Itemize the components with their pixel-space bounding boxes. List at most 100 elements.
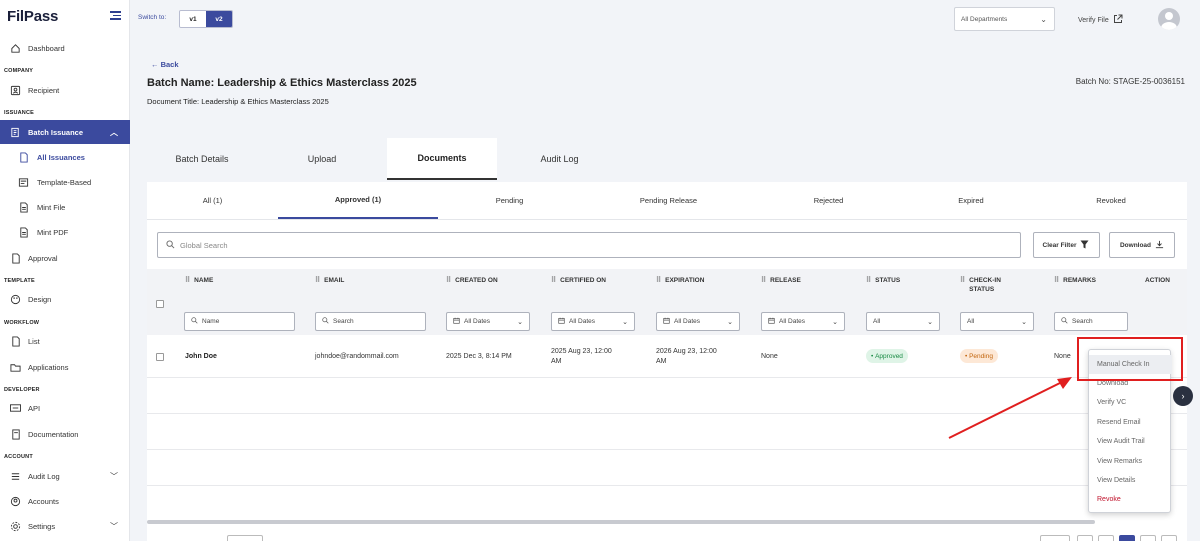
verify-file-label: Verify File — [1078, 16, 1109, 24]
pagination-button[interactable] — [1077, 535, 1093, 541]
menu-item-view-audit-trail[interactable]: View Audit Trail — [1089, 432, 1172, 451]
filpass-logo[interactable]: FilPass — [7, 8, 58, 25]
subtab-expired[interactable]: Expired — [901, 182, 1041, 219]
status-badge: • Approved — [866, 349, 908, 363]
sidebar-item-mint-file[interactable]: Mint File — [0, 196, 130, 218]
menu-item-view-remarks[interactable]: View Remarks — [1089, 452, 1172, 471]
sidebar-item-label: Template-Based — [37, 177, 92, 187]
search-placeholder: Global Search — [180, 240, 228, 250]
filter-value: All — [967, 318, 975, 325]
section-template: TEMPLATE — [4, 278, 35, 284]
section-developer: DEVELOPER — [4, 387, 40, 393]
sidebar-item-design[interactable]: Design — [0, 288, 130, 310]
subtab-all[interactable]: All (1) — [147, 182, 278, 219]
sidebar-item-accounts[interactable]: Accounts — [0, 490, 130, 512]
avatar[interactable] — [1158, 8, 1180, 30]
calendar-icon — [768, 317, 775, 326]
department-select[interactable]: All Departments ⌄ — [954, 7, 1055, 31]
release-filter[interactable]: All Dates ⌄ — [761, 312, 845, 331]
checkin-status-filter[interactable]: All ⌄ — [960, 312, 1034, 331]
version-v1-button[interactable]: v1 — [180, 11, 206, 27]
status-filter[interactable]: All ⌄ — [866, 312, 940, 331]
header-certified-on[interactable]: ⠿ CERTIFIED ON — [551, 276, 606, 285]
tab-documents[interactable]: Documents — [387, 138, 497, 180]
subtab-approved[interactable]: Approved (1) — [278, 182, 438, 219]
verify-file-link[interactable]: Verify File — [1078, 14, 1123, 26]
menu-item-resend-email[interactable]: Resend Email — [1089, 413, 1172, 432]
header-name[interactable]: ⠿ NAME — [185, 276, 213, 285]
subtab-rejected[interactable]: Rejected — [756, 182, 901, 219]
drag-handle-icon: ⠿ — [1054, 277, 1059, 284]
tab-audit-log[interactable]: Audit Log — [497, 138, 622, 180]
menu-toggle-icon[interactable] — [110, 11, 121, 20]
email-filter-input[interactable]: Search — [315, 312, 426, 331]
document-title: Document Title: Leadership & Ethics Mast… — [147, 97, 329, 106]
sidebar-item-dashboard[interactable]: Dashboard — [0, 37, 130, 59]
batch-number: Batch No: STAGE-25-0036151 — [1075, 77, 1185, 86]
pagination-prev-button[interactable] — [1040, 535, 1070, 541]
sidebar-item-settings[interactable]: Settings ﹀ — [0, 515, 130, 537]
header-checkin-status[interactable]: ⠿ CHECK-IN STATUS — [960, 276, 1001, 294]
sidebar-item-approval[interactable]: Approval — [0, 247, 130, 269]
subtab-revoked[interactable]: Revoked — [1041, 182, 1181, 219]
sidebar-item-list[interactable]: List — [0, 330, 130, 352]
sidebar-item-mint-pdf[interactable]: Mint PDF — [0, 221, 130, 243]
header-created-on[interactable]: ⠿ CREATED ON — [446, 276, 498, 285]
chevron-right-icon: › — [1181, 391, 1185, 401]
sidebar-item-api[interactable]: API — [0, 397, 130, 419]
filter-value: All Dates — [569, 318, 596, 325]
name-filter-input[interactable]: Name — [184, 312, 295, 331]
drag-handle-icon: ⠿ — [185, 277, 190, 284]
sidebar-item-label: Applications — [28, 362, 69, 372]
sidebar-item-template-based[interactable]: Template-Based — [0, 171, 130, 193]
chevron-down-icon: ⌄ — [927, 318, 933, 326]
rows-per-page-select[interactable] — [227, 535, 263, 541]
sidebar-item-all-issuances[interactable]: All Issuances — [0, 146, 130, 168]
sidebar-item-documentation[interactable]: Documentation — [0, 423, 130, 445]
header-expiration[interactable]: ⠿ EXPIRATION — [656, 276, 704, 285]
chevron-down-icon: ⌄ — [517, 318, 523, 326]
pagination-button[interactable] — [1098, 535, 1114, 541]
clear-filter-button[interactable]: Clear Filter — [1033, 232, 1100, 258]
subtab-pending[interactable]: Pending — [438, 182, 581, 219]
calendar-icon — [453, 317, 460, 326]
sidebar-item-recipient[interactable]: Recipient — [0, 79, 130, 101]
global-search-input[interactable]: Global Search — [157, 232, 1021, 258]
drag-handle-icon: ⠿ — [960, 277, 965, 284]
home-icon — [10, 43, 21, 54]
menu-item-revoke[interactable]: Revoke — [1089, 490, 1172, 509]
cell-email: johndoe@randommail.com — [315, 353, 399, 360]
horizontal-scrollbar[interactable] — [147, 520, 1095, 524]
expiration-filter[interactable]: All Dates ⌄ — [656, 312, 740, 331]
tab-batch-details[interactable]: Batch Details — [147, 138, 257, 180]
header-release[interactable]: ⠿ RELEASE — [761, 276, 801, 285]
row-checkbox[interactable] — [156, 353, 164, 361]
approval-icon — [10, 252, 21, 264]
version-v2-button[interactable]: v2 — [206, 11, 232, 27]
header-email[interactable]: ⠿ EMAIL — [315, 276, 344, 285]
pagination-button[interactable] — [1161, 535, 1177, 541]
certified-on-filter[interactable]: All Dates ⌄ — [551, 312, 635, 331]
back-link[interactable]: ← Back — [151, 60, 179, 69]
select-all-checkbox[interactable] — [156, 300, 164, 308]
tab-upload[interactable]: Upload — [257, 138, 387, 180]
sidebar-item-applications[interactable]: Applications — [0, 356, 130, 378]
header-remarks[interactable]: ⠿ REMARKS — [1054, 276, 1096, 285]
sidebar-item-label: Approval — [28, 253, 58, 263]
sidebar-item-label: Settings — [28, 521, 56, 531]
menu-item-verify-vc[interactable]: Verify VC — [1089, 393, 1172, 412]
pagination-current-page[interactable] — [1119, 535, 1135, 541]
subtab-pending-release[interactable]: Pending Release — [581, 182, 756, 219]
checkin-status-badge: • Pending — [960, 349, 998, 363]
download-button[interactable]: Download — [1109, 232, 1175, 258]
menu-item-view-details[interactable]: View Details — [1089, 471, 1172, 490]
created-on-filter[interactable]: All Dates ⌄ — [446, 312, 530, 331]
remarks-filter-input[interactable]: Search — [1054, 312, 1128, 331]
scroll-right-button[interactable]: › — [1173, 386, 1193, 406]
header-status[interactable]: ⠿ STATUS — [866, 276, 900, 285]
sidebar-item-batch-issuance[interactable]: Batch Issuance ︿ — [0, 120, 130, 144]
sidebar-item-audit-log[interactable]: Audit Log ﹀ — [0, 465, 130, 487]
pagination-button[interactable] — [1140, 535, 1156, 541]
chevron-down-icon: ﹀ — [110, 521, 118, 531]
cell-expiration: 2026 Aug 23, 12:00 AM — [656, 347, 717, 367]
